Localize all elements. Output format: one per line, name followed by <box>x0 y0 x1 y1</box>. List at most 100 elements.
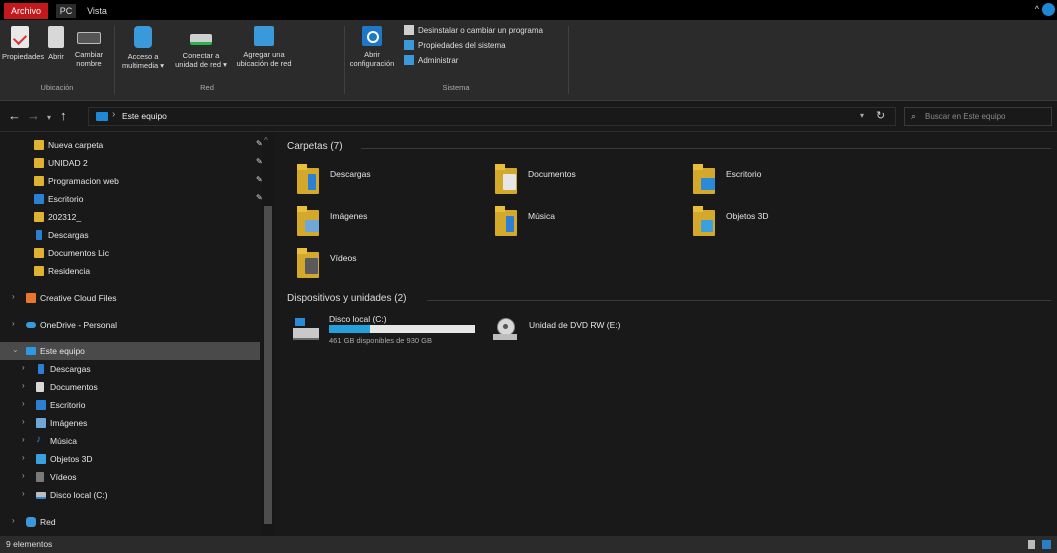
expand-chevron-icon[interactable]: › <box>12 292 15 301</box>
gear-icon <box>362 26 382 46</box>
folder-tile-musica[interactable]: Música <box>495 206 675 246</box>
search-input[interactable]: ⌕ Buscar en Este equipo <box>904 107 1052 126</box>
sidebar-item-onedrive[interactable]: › OneDrive - Personal <box>0 316 260 334</box>
drive-name: Disco local (C:) <box>329 314 387 324</box>
open-settings-button[interactable]: Abrir configuración <box>346 26 398 68</box>
recent-locations-chevron-icon[interactable]: ▾ <box>47 111 51 124</box>
sidebar-item-nueva-carpeta[interactable]: Nueva carpeta ✎ <box>0 136 263 154</box>
collapse-chevron-icon[interactable]: ⌄ <box>12 345 19 354</box>
sidebar-item-escritorio[interactable]: Escritorio ✎ <box>0 190 263 208</box>
open-icon <box>48 26 64 48</box>
folder-tile-objetos-3d[interactable]: Objetos 3D <box>693 206 873 246</box>
expand-chevron-icon[interactable]: › <box>22 363 25 372</box>
sidebar-item-label: Documentos <box>50 382 98 392</box>
sidebar-item-programacion-web[interactable]: Programacion web ✎ <box>0 172 263 190</box>
sidebar-item-pc-videos[interactable]: › Vídeos <box>0 468 260 486</box>
folder-icon <box>34 248 44 258</box>
sidebar-item-descargas[interactable]: Descargas <box>0 226 260 244</box>
manage-button[interactable]: Administrar <box>404 55 458 65</box>
sidebar-item-documentos-lic[interactable]: Documentos Lic <box>0 244 260 262</box>
sidebar-item-202312[interactable]: 202312_ <box>0 208 260 226</box>
sidebar-item-red[interactable]: › Red <box>0 513 260 531</box>
sidebar-item-label: Vídeos <box>50 472 77 482</box>
system-properties-button[interactable]: Propiedades del sistema <box>404 40 506 50</box>
navigation-pane[interactable]: Nueva carpeta ✎ UNIDAD 2 ✎ Programacion … <box>0 132 274 536</box>
item-count: 9 elementos <box>6 539 53 549</box>
add-network-location-button[interactable]: Agregar una ubicación de red <box>232 26 296 68</box>
sidebar-item-unidad-2[interactable]: UNIDAD 2 ✎ <box>0 154 263 172</box>
sidebar-item-label: Red <box>40 517 56 527</box>
sidebar-item-pc-musica[interactable]: › ♪ Música <box>0 432 260 450</box>
arrow-up-icon[interactable]: ↑ <box>60 109 67 122</box>
scroll-up-arrow-icon[interactable]: ^ <box>264 136 268 145</box>
location-group-label: Ubicación <box>40 83 74 92</box>
folder-tile-documentos[interactable]: Documentos <box>495 164 675 204</box>
access-media-button[interactable]: Acceso a multimedia ▾ <box>118 26 168 70</box>
network-drive-icon <box>190 34 212 45</box>
downloads-folder-icon <box>297 164 321 194</box>
video-icon <box>36 472 44 482</box>
folder-icon <box>34 212 44 222</box>
tab-pc[interactable]: PC <box>56 4 76 18</box>
folder-tile-videos[interactable]: Vídeos <box>297 248 477 288</box>
address-input[interactable] <box>88 107 896 126</box>
breadcrumb-this-pc[interactable]: Este equipo <box>122 111 167 121</box>
expand-chevron-icon[interactable]: › <box>22 399 25 408</box>
expand-chevron-icon[interactable]: › <box>22 435 25 444</box>
folder-name: Imágenes <box>330 211 368 221</box>
address-dropdown-chevron-icon[interactable]: ▾ <box>860 111 864 120</box>
expand-chevron-icon[interactable]: › <box>22 453 25 462</box>
sidebar-item-residencia[interactable]: Residencia <box>0 262 260 280</box>
properties-button[interactable]: Propiedades <box>2 26 44 61</box>
sidebar-scrollbar-thumb[interactable] <box>264 206 272 524</box>
this-pc-icon <box>26 347 36 355</box>
drive-tile-dvd-e[interactable]: Unidad de DVD RW (E:) <box>493 314 673 354</box>
folders-section-header[interactable]: Carpetas (7) <box>287 141 343 152</box>
expand-chevron-icon[interactable]: › <box>22 417 25 426</box>
properties-label: Propiedades <box>2 52 45 61</box>
expand-chevron-icon[interactable]: › <box>12 319 15 328</box>
expand-chevron-icon[interactable]: › <box>22 471 25 480</box>
network-icon <box>26 517 36 527</box>
folder-tile-escritorio[interactable]: Escritorio <box>693 164 873 204</box>
sidebar-item-this-pc[interactable]: ⌄ Este equipo <box>0 342 260 360</box>
sidebar-item-label: Música <box>50 436 77 446</box>
settings-label-line1: Abrir <box>364 50 380 59</box>
back-arrow-icon[interactable]: ← <box>8 109 21 122</box>
tab-file[interactable]: Archivo <box>4 3 48 19</box>
media-label-line2: multimedia ▾ <box>121 61 165 70</box>
breadcrumb-separator-icon[interactable]: › <box>112 109 115 120</box>
expand-chevron-icon[interactable]: › <box>22 381 25 390</box>
drive-free-space: 461 GB disponibles de 930 GB <box>329 336 432 345</box>
uninstall-program-button[interactable]: Desinstalar o cambiar un programa <box>404 25 543 35</box>
folder-name: Descargas <box>330 169 371 179</box>
sidebar-item-pc-objetos-3d[interactable]: › Objetos 3D <box>0 450 260 468</box>
large-icons-view-icon[interactable] <box>1042 540 1051 549</box>
folder-tile-imagenes[interactable]: Imágenes <box>297 206 477 246</box>
rename-button[interactable]: Cambiar nombre <box>72 26 106 68</box>
add-label-line1: Agregar una <box>243 50 285 59</box>
expand-chevron-icon[interactable]: › <box>12 516 15 525</box>
sidebar-item-pc-descargas[interactable]: › Descargas <box>0 360 260 378</box>
expand-chevron-icon[interactable]: › <box>22 489 25 498</box>
media-icon <box>134 26 152 48</box>
sidebar-item-pc-disco-local[interactable]: › Disco local (C:) <box>0 486 260 504</box>
ribbon-collapse-chevron-icon[interactable]: ^ <box>1035 4 1039 14</box>
drive-tile-local-disk-c[interactable]: Disco local (C:) 461 GB disponibles de 9… <box>293 314 493 354</box>
sidebar-item-creative-cloud[interactable]: › Creative Cloud Files <box>0 289 260 307</box>
sidebar-item-pc-imagenes[interactable]: › Imágenes <box>0 414 260 432</box>
sidebar-item-pc-documentos[interactable]: › Documentos <box>0 378 260 396</box>
devices-section-header[interactable]: Dispositivos y unidades (2) <box>287 293 407 304</box>
file-view[interactable]: Carpetas (7) Descargas Documentos Escrit… <box>275 132 1057 536</box>
sidebar-item-pc-escritorio[interactable]: › Escritorio <box>0 396 260 414</box>
open-button[interactable]: Abrir <box>44 26 68 61</box>
map-network-drive-button[interactable]: Conectar a unidad de red ▾ <box>170 26 232 69</box>
drive-usage-fill <box>329 325 370 333</box>
details-view-icon[interactable] <box>1028 540 1035 549</box>
forward-arrow-icon[interactable]: → <box>27 109 40 122</box>
tab-view[interactable]: Vista <box>82 4 112 18</box>
help-icon[interactable] <box>1042 3 1055 16</box>
ribbon-tab-bar: Archivo PC Vista ^ <box>0 0 1057 20</box>
refresh-icon[interactable]: ↻ <box>876 109 885 122</box>
folder-tile-descargas[interactable]: Descargas <box>297 164 477 204</box>
